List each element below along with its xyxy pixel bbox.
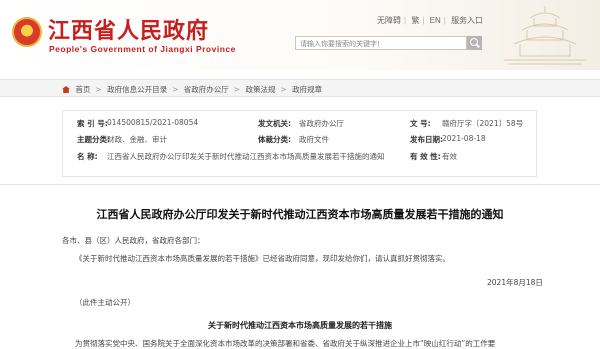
- traditional-chinese-link[interactable]: 繁: [411, 16, 419, 25]
- docno-value: 赣府厅字〔2021〕58号: [442, 119, 524, 128]
- org-label: 发文机关:: [258, 119, 291, 128]
- breadcrumb-regulations[interactable]: 政府规章: [292, 85, 322, 94]
- document-addressee: 各市、县（区）人民政府，省政府各部门：: [62, 236, 205, 245]
- valid-label: 有 效 性:: [410, 152, 441, 161]
- docno-label: 文 号:: [410, 119, 431, 128]
- index-label: 索 引 号:: [77, 119, 108, 128]
- tengwang-pavilion-icon: [504, 6, 586, 65]
- top-links: 无障碍 | 繁 | EN | 服务入口: [377, 16, 484, 25]
- document-title: 江西省人民政府办公厅印发关于新时代推动江西资本市场高质量发展若干措施的通知: [96, 208, 504, 221]
- disclosure-note: （此件主动公开）: [75, 298, 135, 307]
- date-value: 2021-08-18: [442, 134, 486, 143]
- document-body: 《关于新时代推动江西资本市场高质量发展的若干措施》已经省政府同意，现印发给你们，…: [75, 254, 450, 263]
- breadcrumb: 首页 > 政府信息公开目录 > 省政府办公厅 > 政策法规 > 政府规章: [0, 79, 600, 97]
- category-value: 财政、金融、审计: [107, 135, 167, 144]
- type-value: 政府文件: [299, 135, 329, 144]
- search-input[interactable]: 请输入你要搜索的关键字!: [295, 36, 467, 50]
- date-label: 发布日期:: [410, 135, 443, 144]
- org-value: 省政府办公厅: [299, 119, 344, 128]
- breadcrumb-general-office[interactable]: 省政府办公厅: [184, 85, 229, 94]
- name-value: 江西省人民政府办公厅印发关于新时代推动江西资本市场高质量发展若干措施的通知: [107, 152, 385, 161]
- document-metadata-table: 索 引 号: 014500815/2021-08054 发文机关: 省政府办公厅…: [62, 110, 537, 177]
- accessibility-link[interactable]: 无障碍: [377, 16, 401, 25]
- breadcrumb-home[interactable]: 首页: [75, 85, 90, 94]
- service-entry-link[interactable]: 服务入口: [451, 16, 483, 25]
- measures-title: 关于新时代推动江西资本市场高质量发展的若干措施: [208, 321, 392, 330]
- name-label: 名 称:: [77, 152, 98, 161]
- breadcrumb-policy[interactable]: 政策法规: [245, 85, 275, 94]
- site-subtitle: People's Government of Jiangxi Province: [49, 44, 236, 54]
- site-header: 江西省人民政府 People's Government of Jiangxi P…: [0, 0, 600, 70]
- measures-body: 为贯彻落实党中央、国务院关于全面深化资本市场改革的决策部署和省委、省政府关于纵深…: [75, 339, 496, 348]
- index-value: 014500815/2021-08054: [107, 118, 199, 127]
- national-emblem-icon: [12, 17, 42, 47]
- content-divider: [0, 184, 600, 185]
- type-label: 体裁分类:: [258, 135, 291, 144]
- english-link[interactable]: EN: [430, 16, 441, 25]
- home-icon: [62, 86, 70, 93]
- search-icon[interactable]: [467, 36, 482, 50]
- valid-value: 有效: [442, 152, 457, 161]
- category-label: 主题分类:: [77, 135, 110, 144]
- document-date: 2021年8月18日: [487, 278, 543, 287]
- site-title[interactable]: 江西省人民政府: [48, 13, 209, 45]
- breadcrumb-info-catalog[interactable]: 政府信息公开目录: [107, 85, 167, 94]
